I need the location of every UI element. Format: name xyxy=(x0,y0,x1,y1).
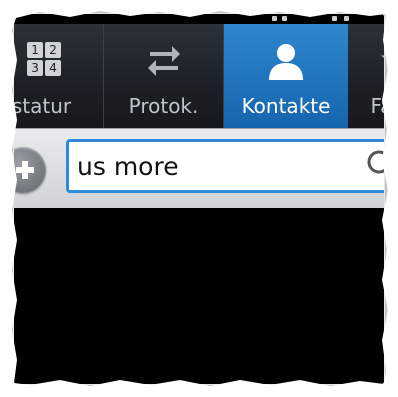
star-icon xyxy=(379,42,384,82)
keypad-icon: 1 2 3 4 xyxy=(27,42,62,76)
tab-log[interactable]: Protok. xyxy=(104,24,224,128)
status-icon xyxy=(282,16,287,21)
tab-label: statur xyxy=(14,94,72,118)
tab-label: Kontakte xyxy=(241,94,331,118)
add-contact-button[interactable] xyxy=(14,147,46,193)
keypad-key: 3 xyxy=(27,60,44,76)
tab-label: Protok. xyxy=(128,94,199,118)
search-row xyxy=(14,128,384,209)
swap-arrows-icon xyxy=(146,42,182,82)
tab-bar: 1 2 3 4 statur Protok. Kontakte F xyxy=(14,24,384,128)
tab-contacts[interactable]: Kontakte xyxy=(224,24,348,128)
tab-favorites[interactable]: Favo xyxy=(348,24,384,128)
keypad-key: 2 xyxy=(45,42,62,58)
status-bar xyxy=(14,14,384,24)
search-field[interactable] xyxy=(66,139,384,193)
contacts-list xyxy=(14,208,384,384)
person-icon xyxy=(266,42,306,84)
status-icon xyxy=(272,16,277,21)
status-icon xyxy=(344,16,349,21)
keypad-key: 1 xyxy=(27,42,44,58)
search-input[interactable] xyxy=(69,145,339,187)
keypad-key: 4 xyxy=(45,60,62,76)
plus-icon xyxy=(22,161,28,179)
tab-keypad[interactable]: 1 2 3 4 statur xyxy=(14,24,104,128)
status-icon xyxy=(332,16,337,21)
tab-label: Favo xyxy=(370,94,385,118)
phone-screen: 1 2 3 4 statur Protok. Kontakte F us mor… xyxy=(14,14,384,384)
search-icon[interactable] xyxy=(365,148,384,188)
